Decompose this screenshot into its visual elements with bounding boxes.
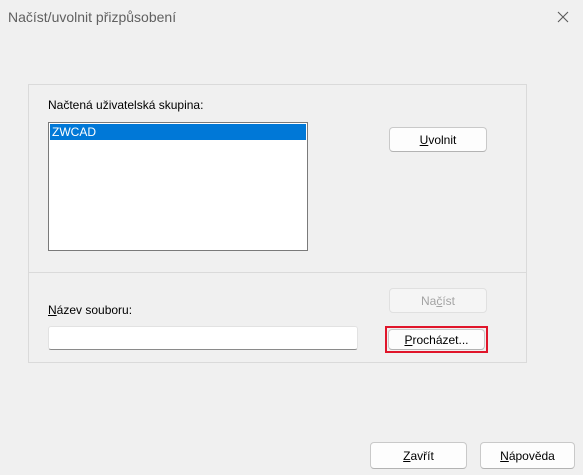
loaded-group-listbox[interactable]: ZWCAD	[48, 122, 308, 251]
list-item[interactable]: ZWCAD	[50, 124, 306, 140]
load-unload-customization-dialog: Načíst/uvolnit přizpůsobení Načtená uživ…	[0, 0, 583, 475]
filename-label-text: ázev souboru:	[56, 303, 133, 317]
filename-input[interactable]	[48, 326, 358, 350]
close-button[interactable]: Zavřít	[370, 442, 467, 469]
close-button-accelerator: Z	[403, 448, 411, 463]
load-button-label-pre: Na	[420, 293, 437, 308]
browse-button[interactable]: Procházet...	[388, 329, 485, 350]
close-icon	[557, 11, 569, 23]
load-button[interactable]: Na č íst	[389, 288, 487, 313]
unload-button[interactable]: Uvolnit	[389, 127, 487, 152]
browse-button-accelerator: P	[404, 332, 413, 347]
browse-button-label: rocházet...	[412, 332, 469, 347]
unload-button-accelerator: U	[419, 132, 429, 147]
loaded-group-label: Načtená uživatelská skupina:	[48, 98, 204, 112]
window-title: Načíst/uvolnit přizpůsobení	[8, 9, 177, 25]
window-close-button[interactable]	[548, 3, 578, 31]
unload-button-label: volnit	[428, 132, 457, 147]
filename-label: Název souboru:	[48, 303, 132, 317]
group-separator	[28, 272, 527, 273]
close-button-label: avřít	[410, 448, 434, 463]
load-button-label: íst	[442, 293, 455, 308]
filename-label-accelerator: N	[48, 303, 57, 317]
title-bar: Načíst/uvolnit přizpůsobení	[0, 0, 583, 33]
help-button-label: ápověda	[508, 448, 555, 463]
help-button-accelerator: N	[500, 448, 509, 463]
help-button[interactable]: Nápověda	[480, 442, 575, 469]
